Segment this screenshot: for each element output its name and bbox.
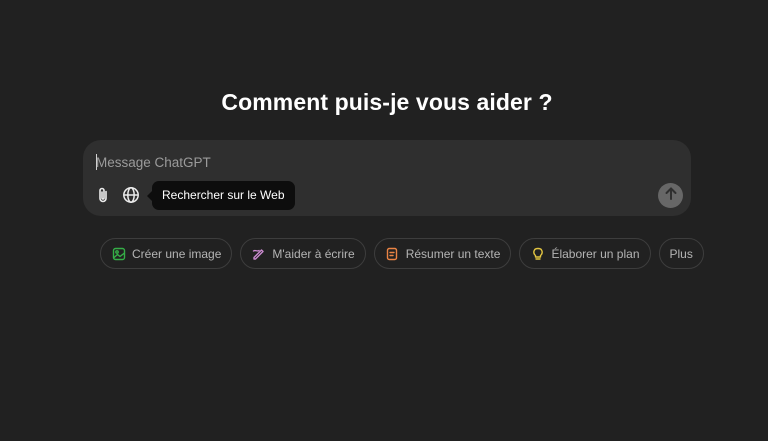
image-icon xyxy=(111,246,126,261)
globe-icon xyxy=(122,186,140,204)
suggestion-make-plan[interactable]: Élaborer un plan xyxy=(519,238,651,269)
suggestion-label: Élaborer un plan xyxy=(551,246,640,261)
suggestion-create-image[interactable]: Créer une image xyxy=(100,238,233,269)
more-label: Plus xyxy=(669,246,693,261)
suggestion-label: Créer une image xyxy=(132,246,222,261)
suggestion-label: Résumer un texte xyxy=(405,246,501,261)
chat-home: Comment puis-je vous aider ? Recherch xyxy=(0,0,768,441)
document-icon xyxy=(385,246,400,261)
pen-icon xyxy=(251,246,266,261)
web-search-button[interactable] xyxy=(120,184,142,206)
suggestion-summarize[interactable]: Résumer un texte xyxy=(373,238,512,269)
web-search-tooltip: Rechercher sur le Web xyxy=(147,181,295,210)
send-button[interactable] xyxy=(658,183,683,208)
arrow-up-icon xyxy=(665,187,677,205)
suggestion-chips: Créer une image M'aider à écrire Résumer… xyxy=(100,238,704,271)
attach-button[interactable] xyxy=(92,184,114,206)
text-cursor xyxy=(96,154,97,170)
more-suggestions-button[interactable]: Plus xyxy=(658,238,704,269)
tooltip-text: Rechercher sur le Web xyxy=(162,188,285,202)
page-title: Comment puis-je vous aider ? xyxy=(221,89,553,115)
tooltip-arrow xyxy=(147,191,152,201)
message-input[interactable] xyxy=(96,152,596,172)
message-composer: Rechercher sur le Web xyxy=(83,140,691,216)
suggestion-label: M'aider à écrire xyxy=(272,246,355,261)
suggestion-help-write[interactable]: M'aider à écrire xyxy=(240,238,366,269)
lightbulb-icon xyxy=(530,246,545,261)
paperclip-icon xyxy=(95,186,111,204)
